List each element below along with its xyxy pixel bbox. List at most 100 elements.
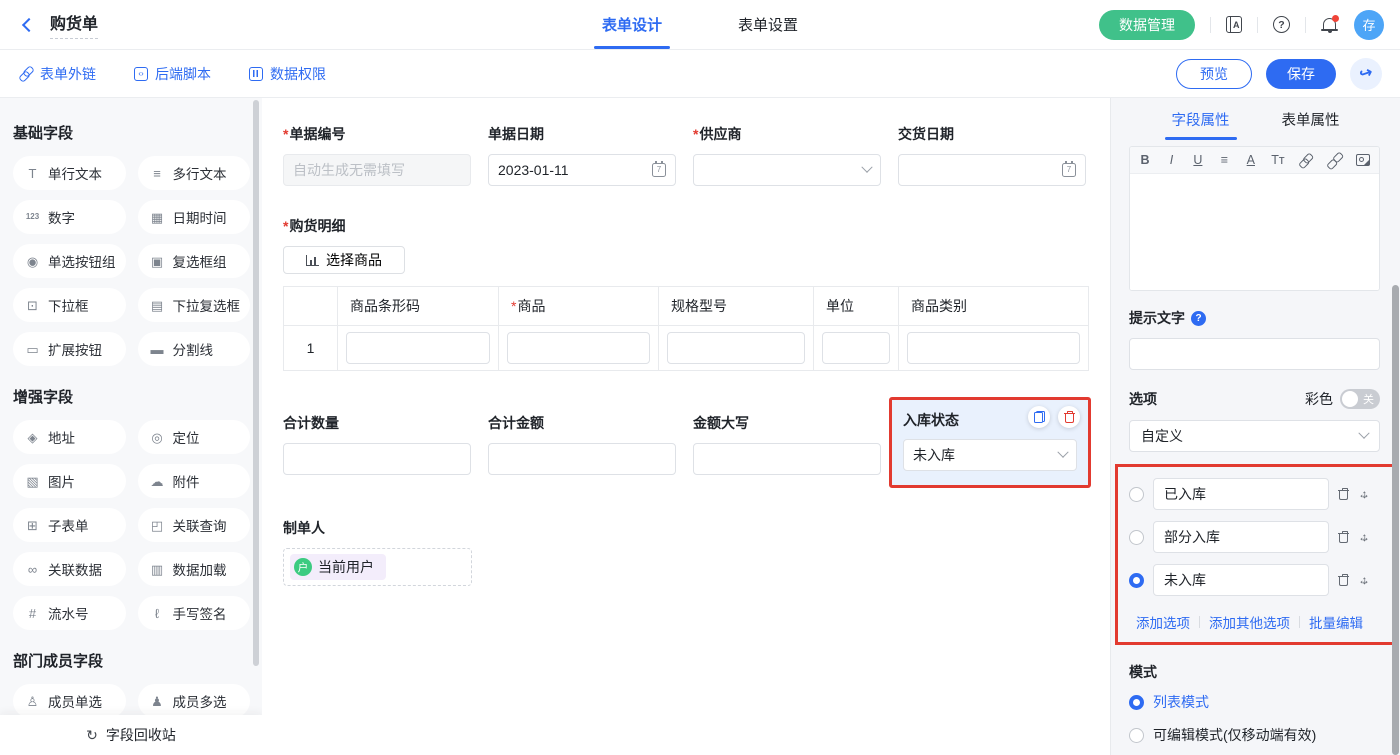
- backend-script-link[interactable]: ‹›后端脚本: [134, 64, 211, 84]
- color-toggle[interactable]: 关: [1340, 389, 1380, 409]
- delete-field-button[interactable]: [1058, 406, 1080, 428]
- table-cell-input[interactable]: [907, 332, 1080, 364]
- move-option-icon[interactable]: ↔↕: [1358, 573, 1373, 588]
- move-option-icon[interactable]: ↔↕: [1358, 530, 1373, 545]
- field-pill[interactable]: T单行文本: [13, 156, 126, 190]
- table-cell-input[interactable]: [822, 332, 890, 364]
- tab-form-design[interactable]: 表单设计: [602, 0, 662, 49]
- form-title[interactable]: 购货单: [50, 10, 98, 39]
- field-pill[interactable]: ▧图片: [13, 464, 126, 498]
- tab-form-settings[interactable]: 表单设置: [738, 0, 798, 49]
- field-order-date[interactable]: 单据日期 2023-01-11: [488, 124, 676, 186]
- field-pill[interactable]: ▣复选框组: [138, 244, 251, 278]
- table-cell-input[interactable]: [346, 332, 490, 364]
- data-manage-button[interactable]: 数据管理: [1099, 10, 1195, 40]
- table-cell-input[interactable]: [507, 332, 650, 364]
- preview-button[interactable]: 预览: [1176, 59, 1252, 89]
- help-icon[interactable]: ?: [1191, 311, 1206, 326]
- delete-option-icon[interactable]: [1338, 488, 1349, 500]
- supplier-select[interactable]: [693, 154, 881, 186]
- field-maker[interactable]: 制单人 户 当前用户: [283, 518, 1090, 586]
- order-number-input[interactable]: [283, 154, 471, 186]
- copy-field-button[interactable]: [1028, 406, 1050, 428]
- order-date-input[interactable]: 2023-01-11: [488, 154, 676, 186]
- field-order-number[interactable]: 单据编号: [283, 124, 471, 186]
- maker-input[interactable]: 户 当前用户: [283, 548, 472, 586]
- field-pill[interactable]: #流水号: [13, 596, 126, 630]
- save-button[interactable]: 保存: [1266, 59, 1336, 89]
- delivery-date-input[interactable]: [898, 154, 1086, 186]
- field-pill[interactable]: ▭扩展按钮: [13, 332, 126, 366]
- field-pill[interactable]: ◈地址: [13, 420, 126, 454]
- field-pill[interactable]: ♙成员单选: [13, 684, 126, 718]
- field-pill[interactable]: ≡多行文本: [138, 156, 251, 190]
- storage-status-select[interactable]: 未入库: [903, 439, 1077, 471]
- align-icon[interactable]: ≡: [1218, 153, 1230, 167]
- field-pill[interactable]: ∞关联数据: [13, 552, 126, 586]
- field-pill[interactable]: ♟成员多选: [138, 684, 251, 718]
- option-text-input[interactable]: [1153, 478, 1329, 510]
- hint-text-input[interactable]: [1129, 338, 1380, 370]
- add-option-link[interactable]: 添加选项: [1136, 612, 1190, 632]
- bold-icon[interactable]: B: [1139, 153, 1151, 167]
- font-size-icon[interactable]: Tᴛ: [1271, 153, 1284, 167]
- option-radio[interactable]: [1129, 530, 1144, 545]
- field-amount-in-words[interactable]: 金额大写: [693, 413, 881, 475]
- help-icon[interactable]: ?: [1273, 16, 1290, 33]
- option-radio[interactable]: [1129, 573, 1144, 588]
- share-button[interactable]: ↪: [1350, 58, 1382, 90]
- form-external-link[interactable]: 表单外链: [18, 64, 96, 84]
- field-pill[interactable]: ◉单选按钮组: [13, 244, 126, 278]
- data-permission-link[interactable]: 数据权限: [249, 64, 326, 84]
- field-delivery-date[interactable]: 交货日期: [898, 124, 1086, 186]
- delete-option-icon[interactable]: [1338, 531, 1349, 543]
- selected-field-storage-status[interactable]: 入库状态 未入库: [889, 397, 1091, 488]
- panel-scrollbar[interactable]: [1392, 285, 1399, 755]
- italic-icon[interactable]: I: [1165, 153, 1177, 167]
- share-arrow-icon: ↪: [1357, 62, 1375, 83]
- field-pill[interactable]: ⊡下拉框: [13, 288, 126, 322]
- field-pill[interactable]: ▦日期时间: [138, 200, 251, 234]
- total-amount-input[interactable]: [488, 443, 676, 475]
- total-quantity-input[interactable]: [283, 443, 471, 475]
- field-pill[interactable]: ☁附件: [138, 464, 251, 498]
- table-cell-input[interactable]: [667, 332, 805, 364]
- option-radio[interactable]: [1129, 487, 1144, 502]
- unlink-icon[interactable]: [1328, 154, 1342, 167]
- user-avatar[interactable]: 存: [1354, 10, 1384, 40]
- add-other-option-link[interactable]: 添加其他选项: [1209, 612, 1290, 632]
- option-source-select[interactable]: 自定义: [1129, 420, 1380, 452]
- field-title-editor-area[interactable]: [1130, 174, 1379, 290]
- tab-field-properties[interactable]: 字段属性: [1172, 98, 1230, 140]
- delete-option-icon[interactable]: [1338, 574, 1349, 586]
- move-option-icon[interactable]: ↔↕: [1358, 487, 1373, 502]
- sidebar-scrollbar[interactable]: [253, 100, 259, 666]
- mode-radio[interactable]: [1129, 695, 1144, 710]
- mode-radio[interactable]: [1129, 728, 1144, 743]
- notification-bell-icon[interactable]: [1321, 16, 1339, 33]
- underline-icon[interactable]: U: [1192, 153, 1204, 167]
- field-pill[interactable]: ▥数据加载: [138, 552, 251, 586]
- field-pill[interactable]: 123数字: [13, 200, 126, 234]
- field-pill[interactable]: ◰关联查询: [138, 508, 251, 542]
- link-icon[interactable]: [1299, 154, 1313, 167]
- field-pill[interactable]: ▤下拉复选框: [138, 288, 251, 322]
- back-icon[interactable]: [22, 17, 36, 31]
- field-pill[interactable]: ℓ手写签名: [138, 596, 251, 630]
- amount-in-words-input[interactable]: [693, 443, 881, 475]
- field-pill[interactable]: ⊞子表单: [13, 508, 126, 542]
- address-book-icon[interactable]: [1226, 16, 1242, 33]
- field-total-amount[interactable]: 合计金额: [488, 413, 676, 475]
- option-text-input[interactable]: [1153, 521, 1329, 553]
- field-recycle-bin[interactable]: ↻ 字段回收站: [0, 715, 262, 755]
- field-pill[interactable]: ▬分割线: [138, 332, 251, 366]
- field-total-quantity[interactable]: 合计数量: [283, 413, 471, 475]
- font-color-icon[interactable]: A: [1245, 153, 1257, 167]
- choose-product-button[interactable]: 选择商品: [283, 246, 405, 274]
- field-pill[interactable]: ◎定位: [138, 420, 251, 454]
- tab-form-properties[interactable]: 表单属性: [1282, 98, 1340, 140]
- batch-edit-link[interactable]: 批量编辑: [1309, 612, 1363, 632]
- field-supplier[interactable]: 供应商: [693, 124, 881, 186]
- image-icon[interactable]: [1356, 154, 1370, 166]
- option-text-input[interactable]: [1153, 564, 1329, 596]
